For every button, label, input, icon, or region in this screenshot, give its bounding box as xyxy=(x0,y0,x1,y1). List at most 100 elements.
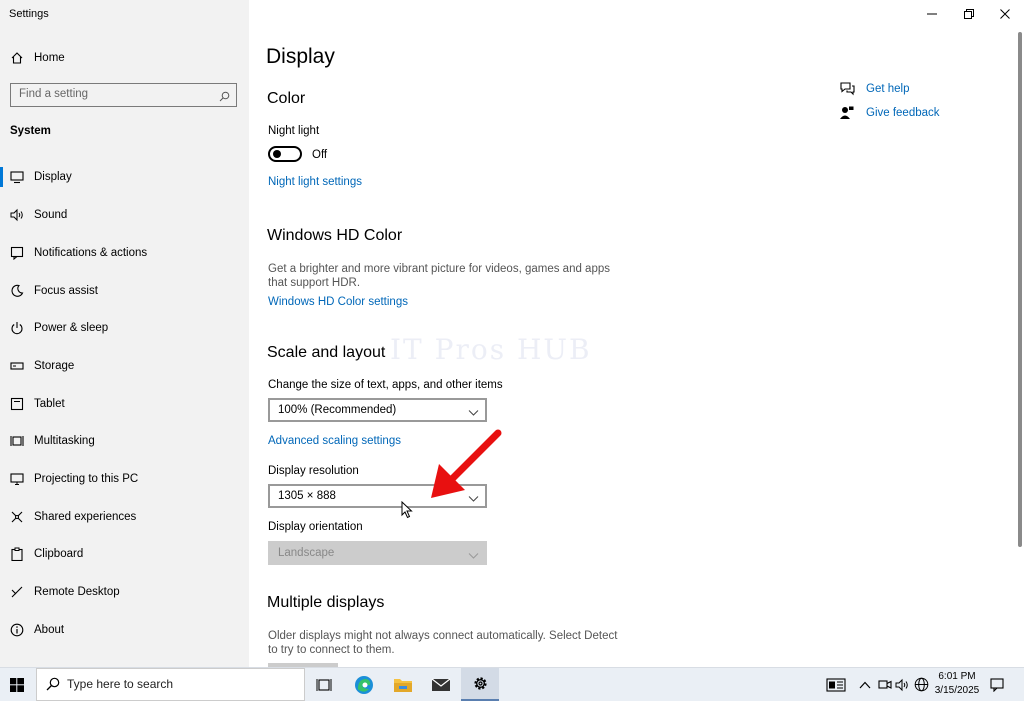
start-button[interactable] xyxy=(0,668,34,701)
show-hidden-icons-button[interactable] xyxy=(859,668,871,701)
sidebar-item-power-sleep[interactable]: Power & sleep xyxy=(0,310,249,346)
taskbar-search[interactable] xyxy=(36,668,305,701)
night-light-toggle[interactable] xyxy=(268,146,302,162)
give-feedback-label: Give feedback xyxy=(866,107,940,119)
page-title: Display xyxy=(266,45,335,68)
info-icon xyxy=(9,622,25,638)
chevron-down-icon xyxy=(468,405,479,423)
camera-icon xyxy=(878,679,892,689)
meet-now-tray[interactable] xyxy=(878,668,892,701)
sidebar-item-sound[interactable]: Sound xyxy=(0,197,249,233)
orientation-dropdown: Landscape xyxy=(268,541,487,565)
settings-taskbar-button[interactable] xyxy=(461,668,499,701)
action-center-button[interactable] xyxy=(990,668,1004,701)
chevron-up-icon xyxy=(859,681,871,688)
scale-value: 100% (Recommended) xyxy=(278,404,397,416)
scrollbar[interactable] xyxy=(1018,32,1022,547)
monitor-icon xyxy=(9,169,25,185)
orientation-value: Landscape xyxy=(278,547,335,559)
sidebar-item-about[interactable]: About xyxy=(0,612,249,648)
taskbar: 6:01 PM 3/15/2025 xyxy=(0,667,1024,701)
multiple-displays-description: Older displays might not always connect … xyxy=(268,630,618,656)
night-light-state: Off xyxy=(312,149,328,161)
sidebar-item-label: Multitasking xyxy=(34,435,95,447)
feedback-person-icon xyxy=(840,105,856,121)
sidebar-item-label: Remote Desktop xyxy=(34,586,120,598)
settings-window: Settings Home System Display Sound xyxy=(0,0,1024,669)
sidebar-item-notifications[interactable]: Notifications & actions xyxy=(0,235,249,271)
sidebar-item-label: Focus assist xyxy=(34,285,98,297)
scale-dropdown[interactable]: 100% (Recommended) xyxy=(268,398,487,422)
section-label-system: System xyxy=(10,125,51,137)
hd-color-heading: Windows HD Color xyxy=(267,227,403,244)
sidebar-item-label: Storage xyxy=(34,360,75,372)
edge-button[interactable] xyxy=(345,668,383,701)
night-light-settings-link[interactable]: Night light settings xyxy=(268,176,362,188)
sidebar-item-label: Clipboard xyxy=(34,548,84,560)
get-help-label: Get help xyxy=(866,83,910,95)
taskbar-clock[interactable]: 6:01 PM 3/15/2025 xyxy=(933,670,981,698)
globe-icon xyxy=(914,677,929,692)
give-feedback-link[interactable]: Give feedback xyxy=(840,105,940,121)
notification-icon xyxy=(9,245,25,261)
sidebar-item-label: Projecting to this PC xyxy=(34,473,139,485)
shared-icon xyxy=(9,509,25,525)
speaker-icon xyxy=(9,207,25,223)
notification-icon xyxy=(990,677,1004,692)
mail-button[interactable] xyxy=(422,668,460,701)
scale-layout-heading: Scale and layout xyxy=(267,344,386,361)
search-icon xyxy=(219,89,230,107)
remote-icon xyxy=(9,584,25,600)
sidebar-item-label: Display xyxy=(34,171,72,183)
mail-icon xyxy=(431,678,451,691)
watermark: IT Pros HUB xyxy=(390,333,592,366)
orientation-label: Display orientation xyxy=(268,521,363,533)
app-title: Settings xyxy=(9,8,49,20)
advanced-scaling-link[interactable]: Advanced scaling settings xyxy=(268,435,401,447)
sidebar-item-display[interactable]: Display xyxy=(0,159,249,195)
taskbar-search-input[interactable] xyxy=(67,677,287,691)
night-light-label: Night light xyxy=(268,125,320,137)
moon-icon xyxy=(9,283,25,299)
toggle-knob xyxy=(273,150,281,158)
task-view-button[interactable] xyxy=(305,668,343,701)
task-view-icon xyxy=(316,678,332,691)
home-icon xyxy=(9,50,25,66)
get-help-link[interactable]: Get help xyxy=(840,81,909,97)
sidebar-item-multitasking[interactable]: Multitasking xyxy=(0,423,249,459)
sidebar-item-label: Notifications & actions xyxy=(34,247,148,259)
annotation-arrow xyxy=(431,429,502,498)
clipboard-icon xyxy=(9,546,25,562)
resolution-value: 1305 × 888 xyxy=(278,490,336,502)
find-setting-input[interactable] xyxy=(19,88,209,100)
mouse-cursor-icon xyxy=(401,501,413,519)
sidebar-item-shared-experiences[interactable]: Shared experiences xyxy=(0,499,249,535)
sidebar-item-remote-desktop[interactable]: Remote Desktop xyxy=(0,574,249,610)
color-heading: Color xyxy=(267,90,306,107)
sidebar-item-clipboard[interactable]: Clipboard xyxy=(0,536,249,572)
volume-tray[interactable] xyxy=(895,668,911,701)
sidebar-item-projecting[interactable]: Projecting to this PC xyxy=(0,461,249,497)
sidebar-item-storage[interactable]: Storage xyxy=(0,348,249,384)
sidebar-item-focus-assist[interactable]: Focus assist xyxy=(0,273,249,309)
projector-icon xyxy=(9,471,25,487)
sidebar-home[interactable]: Home xyxy=(0,40,249,76)
speaker-icon xyxy=(895,678,908,691)
find-setting-search[interactable] xyxy=(10,83,237,107)
chevron-down-icon xyxy=(468,548,479,566)
news-icon xyxy=(826,677,846,692)
search-icon xyxy=(46,677,60,696)
multitasking-icon xyxy=(9,433,25,449)
scale-size-label: Change the size of text, apps, and other… xyxy=(268,379,503,391)
windows-logo-icon xyxy=(10,678,24,692)
news-tray-icon[interactable] xyxy=(826,668,846,701)
sidebar-item-label: Shared experiences xyxy=(34,511,137,523)
sidebar-item-tablet[interactable]: Tablet xyxy=(0,386,249,422)
sidebar: Settings Home System Display Sound xyxy=(0,0,249,667)
network-tray[interactable] xyxy=(914,668,929,701)
file-explorer-button[interactable] xyxy=(384,668,422,701)
folder-icon xyxy=(394,678,412,692)
hd-color-settings-link[interactable]: Windows HD Color settings xyxy=(268,296,408,308)
sidebar-home-label: Home xyxy=(34,52,65,64)
clock-date: 3/15/2025 xyxy=(934,685,980,696)
